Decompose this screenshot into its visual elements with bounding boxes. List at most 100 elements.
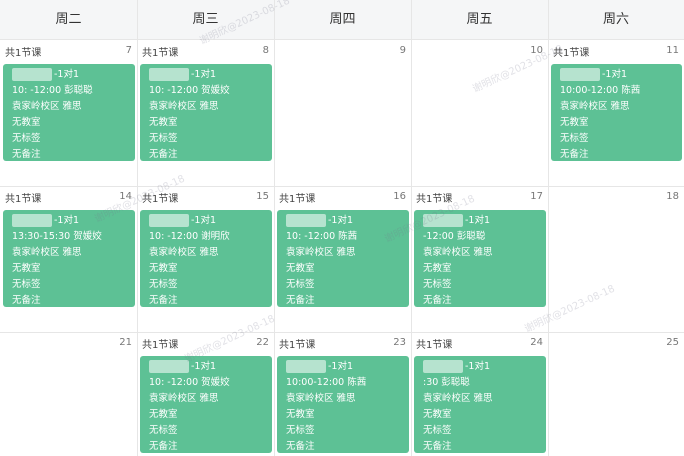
day-number: 16	[393, 191, 406, 202]
lesson-tag: 无标签	[423, 279, 452, 290]
lesson-note: 无备注	[286, 441, 315, 452]
day-number: 14	[119, 191, 132, 202]
lesson-note: 无备注	[149, 149, 178, 160]
lesson-campus-subject: 袁家岭校区 雅思	[423, 247, 493, 258]
day-cell[interactable]: 18	[548, 186, 684, 332]
day-number: 15	[256, 191, 269, 202]
day-cell[interactable]: 21	[0, 332, 137, 456]
redacted-name	[423, 214, 463, 227]
lesson-card[interactable]: -1对1 10: -12:00 陈茜 袁家岭校区 雅思 无教室 无标签 无备注	[277, 210, 409, 307]
lesson-card[interactable]: -1对1 10:00-12:00 陈茜 袁家岭校区 雅思 无教室无标签无备注	[277, 356, 409, 453]
lesson-title-text: -1对1	[191, 361, 217, 372]
lesson-card[interactable]: -1对1 10:00-12:00 陈茜 袁家岭校区 雅思 无教室 无标签 无备注	[551, 64, 682, 161]
lesson-count: 共1节课	[5, 48, 42, 59]
redacted-name	[149, 68, 189, 81]
lesson-campus-subject: 袁家岭校区 雅思	[12, 247, 82, 258]
lesson-tag: 无标签	[149, 279, 178, 290]
lesson-title-text: -1对1	[602, 69, 628, 80]
day-number: 11	[666, 45, 679, 56]
lesson-tag: 无标签	[149, 425, 178, 436]
day-number: 25	[666, 337, 679, 348]
weekday-header: 周二 周三 周四 周五 周六	[0, 0, 684, 40]
weekday-label: 周五	[466, 12, 493, 27]
lesson-title: -1对1	[286, 359, 409, 375]
lesson-tag: 无标签	[286, 425, 315, 436]
lesson-time-teacher: -12:00 彭聪聪	[423, 231, 486, 242]
lesson-campus-subject: 袁家岭校区 雅思	[12, 101, 82, 112]
lesson-room: 无教室	[149, 263, 178, 274]
lesson-count: 共1节课	[416, 340, 453, 351]
day-number: 7	[125, 45, 132, 56]
lesson-campus-subject: 袁家岭校区 雅思	[423, 393, 493, 404]
day-cell[interactable]: 11 共1节课 -1对1 10:00-12:00 陈茜 袁家岭校区 雅思 无教室 无标签 无备…	[548, 40, 684, 186]
lesson-title: -1对1	[149, 359, 272, 375]
lesson-room: 无教室	[286, 409, 315, 420]
redacted-name	[423, 360, 463, 373]
day-number: 18	[666, 191, 679, 202]
lesson-campus-subject: 袁家岭校区 雅思	[149, 101, 219, 112]
redacted-name	[286, 214, 326, 227]
redacted-name	[12, 214, 52, 227]
day-number: 10	[530, 45, 543, 56]
lesson-title: -1对1	[423, 359, 546, 375]
lesson-card[interactable]: -1对1 10: -12:00 谢明欣 袁家岭校区 雅思 无教室 无标签 无备注	[140, 210, 272, 307]
lesson-title-text: -1对1	[191, 69, 217, 80]
lesson-campus-subject: 袁家岭校区 雅思	[286, 247, 356, 258]
day-number: 23	[393, 337, 406, 348]
lesson-title-text: -1对1	[191, 215, 217, 226]
lesson-time-teacher: 10:00-12:00 陈茜	[560, 85, 641, 96]
lesson-card[interactable]: -1对1 10: -12:00 贺媛姣 袁家岭校区 雅思 无教室 无标签 无备注	[140, 64, 272, 161]
lesson-time-teacher: 10: -12:00 陈茜	[286, 231, 358, 242]
lesson-tag: 无标签	[423, 425, 452, 436]
redacted-name	[286, 360, 326, 373]
lesson-card[interactable]: -1对1:30 彭聪聪 袁家岭校区 雅思 无教室 无标签 无备注	[414, 356, 546, 453]
redacted-name	[12, 68, 52, 81]
lesson-tag: 无标签	[12, 133, 41, 144]
lesson-note: 无备注	[149, 441, 178, 452]
lesson-card[interactable]: -1对1 -12:00 彭聪聪 袁家岭校区 雅思 无教室 无标签 无备注	[414, 210, 546, 307]
lesson-count: 共1节课	[142, 48, 179, 59]
lesson-time-teacher: :30 彭聪聪	[423, 377, 470, 388]
lesson-title-text: -1对1	[328, 215, 354, 226]
lesson-note: 无备注	[12, 149, 41, 160]
lesson-title: -1对1	[286, 213, 409, 229]
lesson-title: -1对1	[12, 213, 135, 229]
lesson-card[interactable]: -1对1 13:30-15:30 贺媛姣 袁家岭校区 雅思 无教室 无标签 无备注	[3, 210, 135, 307]
lesson-time-teacher: 10: -12:00 贺媛姣	[149, 85, 230, 96]
day-cell[interactable]: 7 共1节课 -1对1 10: -12:00 彭聪聪 袁家岭校区 雅思 无教室 无标签 无备注	[0, 40, 137, 186]
lesson-count: 共1节课	[5, 194, 42, 205]
lesson-tag: 无标签	[12, 279, 41, 290]
lesson-count: 共1节课	[416, 194, 453, 205]
day-cell[interactable]: 15 共1节课 -1对1 10: -12:00 谢明欣 袁家岭校区 雅思 无教室 无标签 无备…	[137, 186, 274, 332]
day-cell[interactable]: 17 共1节课 -1对1 -12:00 彭聪聪 袁家岭校区 雅思 无教室 无标签 无备注	[411, 186, 548, 332]
lesson-title: -1对1	[560, 67, 682, 83]
lesson-card[interactable]: -1对1 10: -12:00 彭聪聪 袁家岭校区 雅思 无教室 无标签 无备注	[3, 64, 135, 161]
day-number: 21	[119, 337, 132, 348]
lesson-time-teacher: 10:00-12:00 陈茜	[286, 377, 367, 388]
lesson-room: 无教室	[149, 409, 178, 420]
day-cell[interactable]: 10	[411, 40, 548, 186]
lesson-time-teacher: 10: -12:00 谢明欣	[149, 231, 230, 242]
lesson-count: 共1节课	[553, 48, 590, 59]
lesson-count: 共1节课	[142, 340, 179, 351]
lesson-card[interactable]: -1对1 10: -12:00 贺媛姣 袁家岭校区 雅思 无教室 无标签 无备注	[140, 356, 272, 453]
day-cell[interactable]: 23 共1节课 -1对1 10:00-12:00 陈茜 袁家岭校区 雅思 无教室 无标签 无备…	[274, 332, 411, 456]
lesson-campus-subject: 袁家岭校区 雅思	[286, 393, 356, 404]
lesson-time-teacher: 10: -12:00 彭聪聪	[12, 85, 93, 96]
lesson-room: 无教室	[286, 263, 315, 274]
day-cell[interactable]: 24 共1节课 -1对1:30 彭聪聪 袁家岭校区 雅思 无教室 无标签 无备注	[411, 332, 548, 456]
lesson-title: -1对1	[12, 67, 135, 83]
lesson-room: 无教室	[12, 263, 41, 274]
redacted-name	[149, 214, 189, 227]
day-cell[interactable]: 16 共1节课 -1对1 10: -12:00 陈茜 袁家岭校区 雅思 无教室 无标签 无备注	[274, 186, 411, 332]
lesson-title-text: -1对1	[465, 361, 491, 372]
lesson-note: 无备注	[149, 295, 178, 306]
day-cell[interactable]: 22 共1节课 -1对1 10: -12:00 贺媛姣 袁家岭校区 雅思 无教室 无标签 无备…	[137, 332, 274, 456]
lesson-title-text: -1对1	[465, 215, 491, 226]
day-cell[interactable]: 9	[274, 40, 411, 186]
day-number: 22	[256, 337, 269, 348]
day-cell[interactable]: 25	[548, 332, 684, 456]
day-cell[interactable]: 14 共1节课 -1对1 13:30-15:30 贺媛姣 袁家岭校区 雅思 无教室 无标签无…	[0, 186, 137, 332]
lesson-room: 无教室	[149, 117, 178, 128]
day-cell[interactable]: 8 共1节课 -1对1 10: -12:00 贺媛姣 袁家岭校区 雅思 无教室 无标签 无备注	[137, 40, 274, 186]
